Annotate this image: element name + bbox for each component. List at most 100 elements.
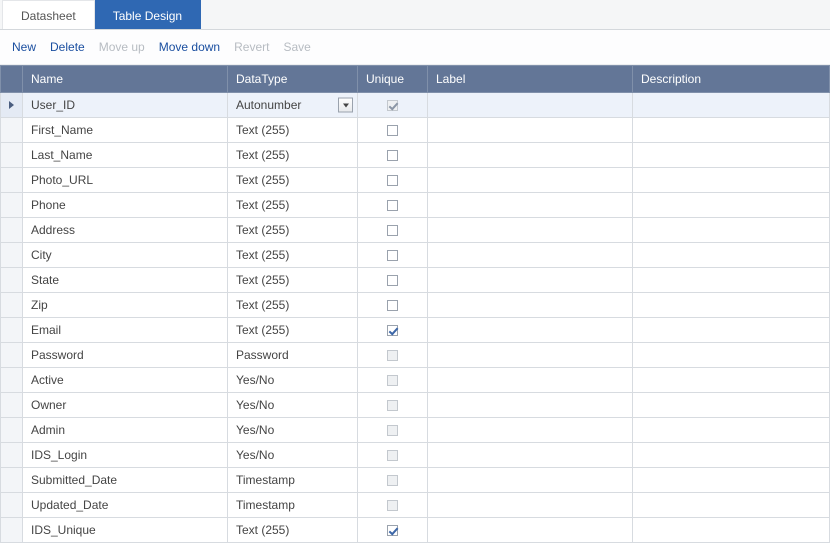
table-row[interactable]: EmailText (255)	[1, 318, 830, 343]
datatype-cell[interactable]: Text (255)	[228, 268, 358, 293]
name-cell[interactable]: User_ID	[23, 93, 228, 118]
table-row[interactable]: Submitted_DateTimestamp	[1, 468, 830, 493]
table-row[interactable]: User_IDAutonumber	[1, 93, 830, 118]
name-cell[interactable]: Photo_URL	[23, 168, 228, 193]
description-cell[interactable]	[633, 118, 830, 143]
name-cell[interactable]: Active	[23, 368, 228, 393]
label-cell[interactable]	[428, 168, 633, 193]
tab-table-design[interactable]: Table Design	[95, 0, 201, 29]
datatype-cell[interactable]: Text (255)	[228, 518, 358, 543]
description-cell[interactable]	[633, 93, 830, 118]
description-cell[interactable]	[633, 318, 830, 343]
tab-datasheet[interactable]: Datasheet	[2, 0, 95, 29]
unique-cell[interactable]	[358, 193, 428, 218]
row-selector-cell[interactable]	[1, 343, 23, 368]
datatype-cell[interactable]: Text (255)	[228, 293, 358, 318]
label-cell[interactable]	[428, 143, 633, 168]
label-cell[interactable]	[428, 343, 633, 368]
name-cell[interactable]: City	[23, 243, 228, 268]
row-selector-cell[interactable]	[1, 518, 23, 543]
label-cell[interactable]	[428, 118, 633, 143]
row-selector-cell[interactable]	[1, 293, 23, 318]
unique-cell[interactable]	[358, 143, 428, 168]
description-cell[interactable]	[633, 343, 830, 368]
datatype-cell[interactable]: Timestamp	[228, 493, 358, 518]
description-cell[interactable]	[633, 393, 830, 418]
name-cell[interactable]: Admin	[23, 418, 228, 443]
unique-checkbox[interactable]	[387, 325, 398, 336]
description-cell[interactable]	[633, 143, 830, 168]
datatype-cell[interactable]: Text (255)	[228, 218, 358, 243]
name-cell[interactable]: Submitted_Date	[23, 468, 228, 493]
label-cell[interactable]	[428, 468, 633, 493]
label-cell[interactable]	[428, 268, 633, 293]
name-cell[interactable]: IDS_Login	[23, 443, 228, 468]
unique-cell[interactable]	[358, 118, 428, 143]
col-header-datatype[interactable]: DataType	[228, 66, 358, 93]
row-selector-cell[interactable]	[1, 468, 23, 493]
row-selector-cell[interactable]	[1, 243, 23, 268]
table-row[interactable]: Last_NameText (255)	[1, 143, 830, 168]
row-selector-cell[interactable]	[1, 418, 23, 443]
label-cell[interactable]	[428, 93, 633, 118]
name-cell[interactable]: Last_Name	[23, 143, 228, 168]
unique-cell[interactable]	[358, 168, 428, 193]
unique-cell[interactable]	[358, 218, 428, 243]
table-row[interactable]: PasswordPassword	[1, 343, 830, 368]
label-cell[interactable]	[428, 443, 633, 468]
unique-checkbox[interactable]	[387, 175, 398, 186]
unique-checkbox[interactable]	[387, 225, 398, 236]
table-row[interactable]: IDS_LoginYes/No	[1, 443, 830, 468]
row-selector-cell[interactable]	[1, 93, 23, 118]
unique-cell[interactable]	[358, 268, 428, 293]
table-row[interactable]: CityText (255)	[1, 243, 830, 268]
col-header-label[interactable]: Label	[428, 66, 633, 93]
datatype-cell[interactable]: Text (255)	[228, 193, 358, 218]
row-selector-cell[interactable]	[1, 118, 23, 143]
label-cell[interactable]	[428, 193, 633, 218]
description-cell[interactable]	[633, 368, 830, 393]
description-cell[interactable]	[633, 518, 830, 543]
unique-checkbox[interactable]	[387, 300, 398, 311]
datatype-cell[interactable]: Text (255)	[228, 168, 358, 193]
row-selector-cell[interactable]	[1, 318, 23, 343]
table-row[interactable]: ActiveYes/No	[1, 368, 830, 393]
datatype-cell[interactable]: Timestamp	[228, 468, 358, 493]
name-cell[interactable]: Password	[23, 343, 228, 368]
table-row[interactable]: StateText (255)	[1, 268, 830, 293]
datatype-dropdown-button[interactable]	[338, 98, 353, 113]
row-selector-cell[interactable]	[1, 393, 23, 418]
label-cell[interactable]	[428, 518, 633, 543]
description-cell[interactable]	[633, 218, 830, 243]
label-cell[interactable]	[428, 218, 633, 243]
name-cell[interactable]: Email	[23, 318, 228, 343]
row-selector-cell[interactable]	[1, 193, 23, 218]
datatype-cell[interactable]: Password	[228, 343, 358, 368]
datatype-cell[interactable]: Text (255)	[228, 143, 358, 168]
delete-button[interactable]: Delete	[50, 40, 85, 54]
unique-cell[interactable]	[358, 518, 428, 543]
table-row[interactable]: IDS_UniqueText (255)	[1, 518, 830, 543]
unique-cell[interactable]	[358, 318, 428, 343]
label-cell[interactable]	[428, 418, 633, 443]
unique-cell[interactable]	[358, 243, 428, 268]
description-cell[interactable]	[633, 443, 830, 468]
label-cell[interactable]	[428, 368, 633, 393]
col-header-description[interactable]: Description	[633, 66, 830, 93]
description-cell[interactable]	[633, 418, 830, 443]
label-cell[interactable]	[428, 293, 633, 318]
description-cell[interactable]	[633, 193, 830, 218]
datatype-cell[interactable]: Yes/No	[228, 418, 358, 443]
name-cell[interactable]: IDS_Unique	[23, 518, 228, 543]
description-cell[interactable]	[633, 243, 830, 268]
table-row[interactable]: PhoneText (255)	[1, 193, 830, 218]
table-row[interactable]: AdminYes/No	[1, 418, 830, 443]
description-cell[interactable]	[633, 268, 830, 293]
datatype-cell[interactable]: Yes/No	[228, 393, 358, 418]
new-button[interactable]: New	[12, 40, 36, 54]
datatype-cell[interactable]: Yes/No	[228, 368, 358, 393]
row-selector-cell[interactable]	[1, 368, 23, 393]
row-selector-cell[interactable]	[1, 493, 23, 518]
table-row[interactable]: First_NameText (255)	[1, 118, 830, 143]
row-selector-cell[interactable]	[1, 268, 23, 293]
